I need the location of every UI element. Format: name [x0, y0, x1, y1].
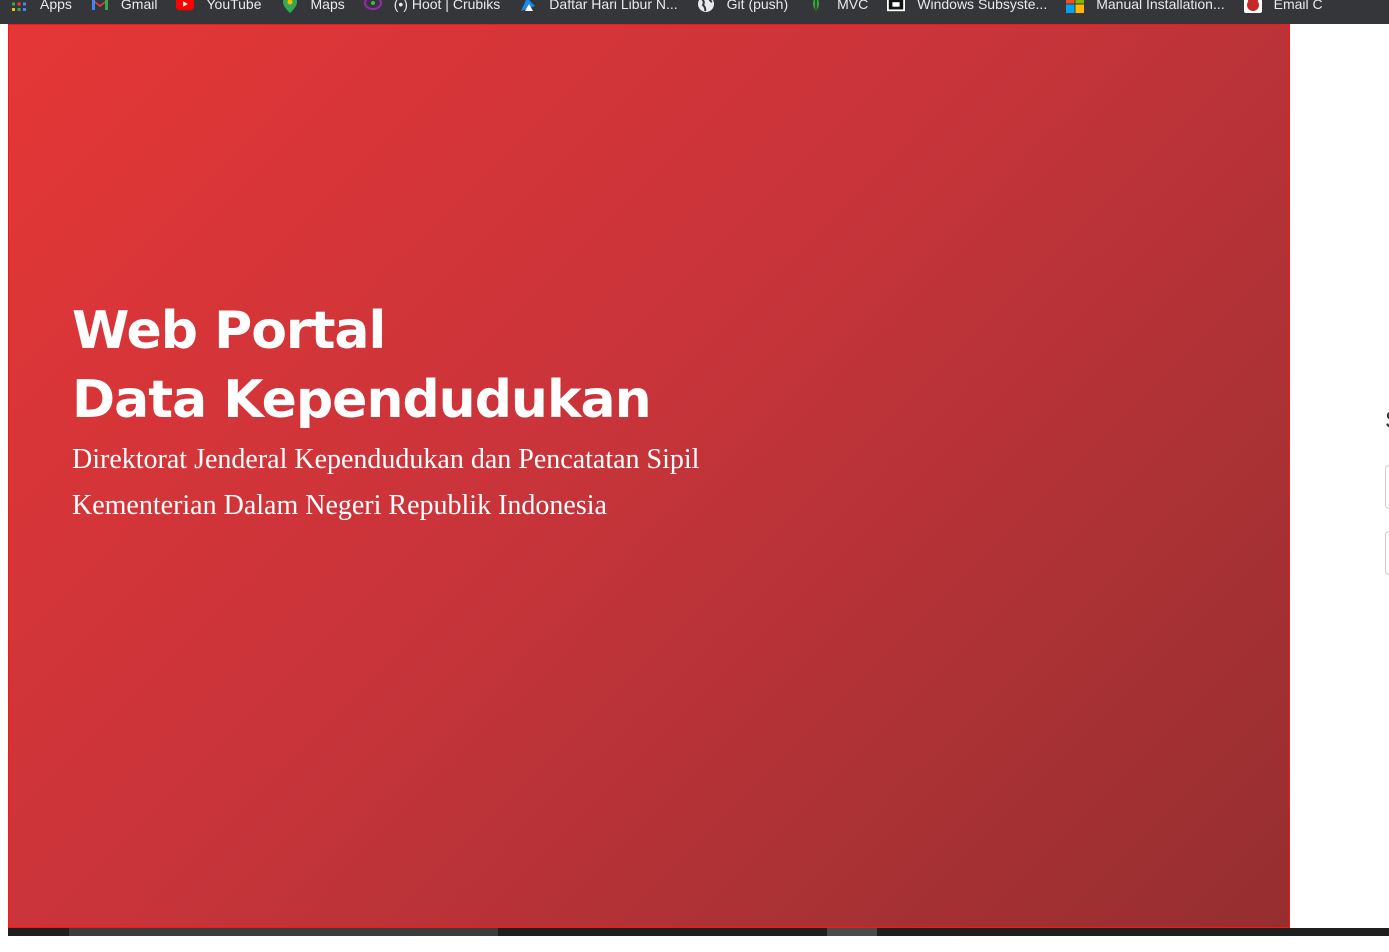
- bookmark-maps[interactable]: Maps: [271, 0, 354, 13]
- bookmark-label: YouTube: [206, 0, 262, 12]
- bookmark-apps[interactable]: Apps: [0, 0, 81, 11]
- calendar-flag-icon: [519, 0, 537, 12]
- bookmark-label: Git (push): [726, 0, 789, 12]
- bookmark-hoot[interactable]: (•) Hoot | Crubiks: [354, 0, 510, 11]
- taskbar-segment: [827, 928, 877, 936]
- gmail-icon: [91, 0, 109, 12]
- bookmark-gmail[interactable]: Gmail: [81, 0, 167, 11]
- hero-banner: Web Portal Data Kependudukan Direktorat …: [8, 24, 1290, 928]
- hoot-icon: [363, 0, 382, 12]
- bookmark-label: Apps: [40, 0, 72, 12]
- maps-pin-icon: [281, 0, 299, 13]
- terminal-icon: [887, 0, 906, 12]
- windows-logo-icon: [1066, 0, 1085, 13]
- hero-title-line: Data Kependudukan: [72, 370, 652, 430]
- taskbar-segment: [8, 928, 69, 936]
- username-input[interactable]: [1385, 465, 1389, 509]
- bookmark-youtube[interactable]: YouTube: [166, 0, 270, 11]
- login-panel: S: [1290, 24, 1389, 928]
- hero-title-line: Web Portal: [72, 301, 386, 361]
- bookmark-label: Windows Subsyste...: [917, 0, 1048, 12]
- hero-subtitle-line: Kementerian Dalam Negeri Republik Indone…: [72, 490, 607, 521]
- login-heading-partial: S: [1385, 407, 1389, 435]
- bookmark-email[interactable]: Email C: [1234, 0, 1332, 13]
- bookmark-label: Maps: [310, 0, 345, 12]
- taskbar-segment: [498, 928, 827, 936]
- bookmark-mvc[interactable]: MVC: [797, 0, 877, 11]
- page-left-margin: [0, 24, 8, 928]
- bookmark-windows-subsystem[interactable]: Windows Subsyste...: [877, 0, 1056, 12]
- email-app-icon: [1243, 0, 1262, 13]
- bookmark-label: Email C: [1273, 0, 1323, 12]
- taskbar-segment: [69, 928, 498, 936]
- bookmark-label: (•) Hoot | Crubiks: [393, 0, 501, 12]
- bookmark-label: Gmail: [120, 0, 158, 12]
- bookmarks-bar: Apps Gmail YouTube Maps (•) Hoot | Crubi…: [0, 0, 1389, 24]
- globe-icon: [697, 0, 715, 12]
- hero-title: Web Portal Data Kependudukan: [72, 297, 652, 435]
- bookmark-git-push[interactable]: Git (push): [687, 0, 797, 12]
- mvc-icon: [807, 0, 825, 12]
- youtube-icon: [176, 0, 195, 12]
- apps-grid-icon: [10, 0, 28, 12]
- password-input[interactable]: [1385, 531, 1389, 575]
- hero-subtitle-line: Direktorat Jenderal Kependudukan dan Pen…: [72, 444, 700, 475]
- bottom-strip: [0, 928, 1389, 952]
- bookmark-label: Daftar Hari Libur N...: [549, 0, 678, 12]
- bookmark-daftar-hari-libur[interactable]: Daftar Hari Libur N...: [509, 0, 686, 11]
- hero-subtitle: Direktorat Jenderal Kependudukan dan Pen…: [72, 437, 699, 529]
- taskbar-segment: [877, 928, 1389, 936]
- bookmark-label: Manual Installation...: [1096, 0, 1225, 12]
- bookmark-manual-installation[interactable]: Manual Installation...: [1056, 0, 1233, 13]
- bookmark-label: MVC: [837, 0, 869, 12]
